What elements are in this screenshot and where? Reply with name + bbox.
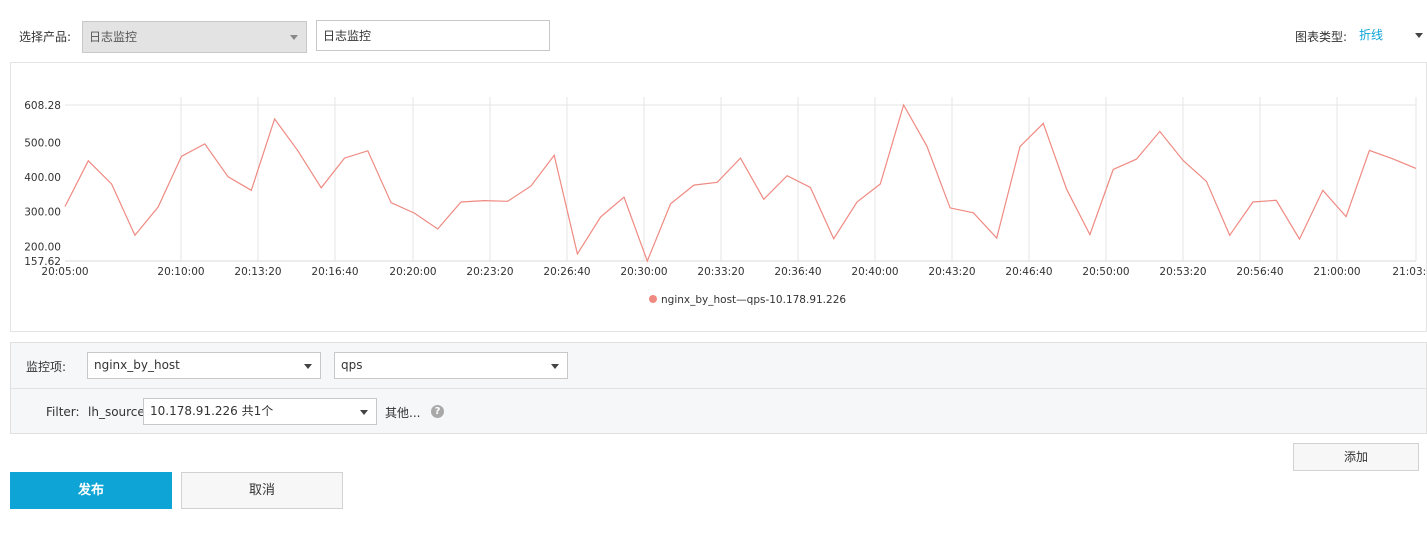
product-select-value: 日志监控 xyxy=(89,30,138,44)
y-tick-label: 400.00 xyxy=(24,172,61,184)
product-select[interactable]: 日志监控 xyxy=(82,21,307,53)
filter-key: lh_source xyxy=(88,405,145,419)
x-tick-label: 20:46:40 xyxy=(1005,266,1052,278)
x-tick-label: 20:05:00 xyxy=(41,266,88,278)
y-tick-label: 300.00 xyxy=(24,207,61,219)
chevron-down-icon xyxy=(1415,33,1423,38)
metric-value: qps xyxy=(341,358,363,372)
x-tick-label: 21:00:00 xyxy=(1313,266,1360,278)
filter-select[interactable]: 10.178.91.226 共1个 xyxy=(143,398,377,425)
x-tick-label: 20:23:20 xyxy=(466,266,513,278)
chevron-down-icon xyxy=(290,35,298,40)
metric-select[interactable]: qps xyxy=(334,352,568,379)
chart-type-label: 图表类型: xyxy=(1295,30,1348,44)
x-tick-label: 20:50:00 xyxy=(1082,266,1129,278)
line-chart: 608.28500.00400.00300.00200.00157.6220:0… xyxy=(24,97,1427,306)
x-tick-label: 20:43:20 xyxy=(928,266,975,278)
x-tick-label: 20:16:40 xyxy=(311,266,358,278)
chevron-down-icon xyxy=(360,409,368,415)
chart-type-select[interactable]: 折线 xyxy=(1359,22,1425,48)
x-tick-label: 21:03:00 xyxy=(1392,266,1427,278)
x-tick-label: 20:30:00 xyxy=(620,266,667,278)
cancel-button[interactable]: 取消 xyxy=(181,472,343,509)
add-button[interactable]: 添加 xyxy=(1293,443,1419,471)
publish-button[interactable]: 发布 xyxy=(10,472,172,509)
y-tick-label: 500.00 xyxy=(24,137,61,149)
product-name-field[interactable]: 日志监控 xyxy=(316,20,550,51)
filter-value: 10.178.91.226 共1个 xyxy=(150,404,274,418)
x-tick-label: 20:53:20 xyxy=(1159,266,1206,278)
chevron-down-icon xyxy=(304,363,312,369)
x-tick-label: 20:13:20 xyxy=(234,266,281,278)
x-tick-label: 20:20:00 xyxy=(389,266,436,278)
legend-label: nginx_by_host—qps-10.178.91.226 xyxy=(661,294,846,306)
other-filter-link[interactable]: 其他... xyxy=(385,404,420,421)
monitor-item-select[interactable]: nginx_by_host xyxy=(87,352,321,379)
monitor-item-value: nginx_by_host xyxy=(94,358,180,372)
chart-panel: 608.28 500.00 400.00 300.00 200.00 157.62 20:0… xyxy=(10,62,1427,332)
x-tick-label: 20:36:40 xyxy=(774,266,821,278)
divider xyxy=(11,388,1427,389)
series-line xyxy=(64,103,1417,263)
chevron-down-icon xyxy=(551,363,559,369)
monitor-item-label: 监控项: xyxy=(26,360,67,374)
product-label: 选择产品: xyxy=(19,30,72,44)
y-tick-label: 200.00 xyxy=(24,241,61,253)
help-icon[interactable]: ? xyxy=(431,405,444,418)
product-name-value: 日志监控 xyxy=(323,29,372,43)
x-tick-label: 20:40:00 xyxy=(851,266,898,278)
x-tick-label: 20:26:40 xyxy=(543,266,590,278)
legend-marker xyxy=(649,295,657,303)
x-tick-label: 20:56:40 xyxy=(1236,266,1283,278)
filter-label: Filter: xyxy=(46,405,80,419)
y-tick-label: 608.28 xyxy=(24,100,61,112)
chart-type-value: 折线 xyxy=(1359,28,1384,42)
x-tick-label: 20:33:20 xyxy=(697,266,744,278)
monitor-panel: 监控项: nginx_by_host qps Filter: lh_source… xyxy=(10,342,1427,434)
x-tick-label: 20:10:00 xyxy=(157,266,204,278)
